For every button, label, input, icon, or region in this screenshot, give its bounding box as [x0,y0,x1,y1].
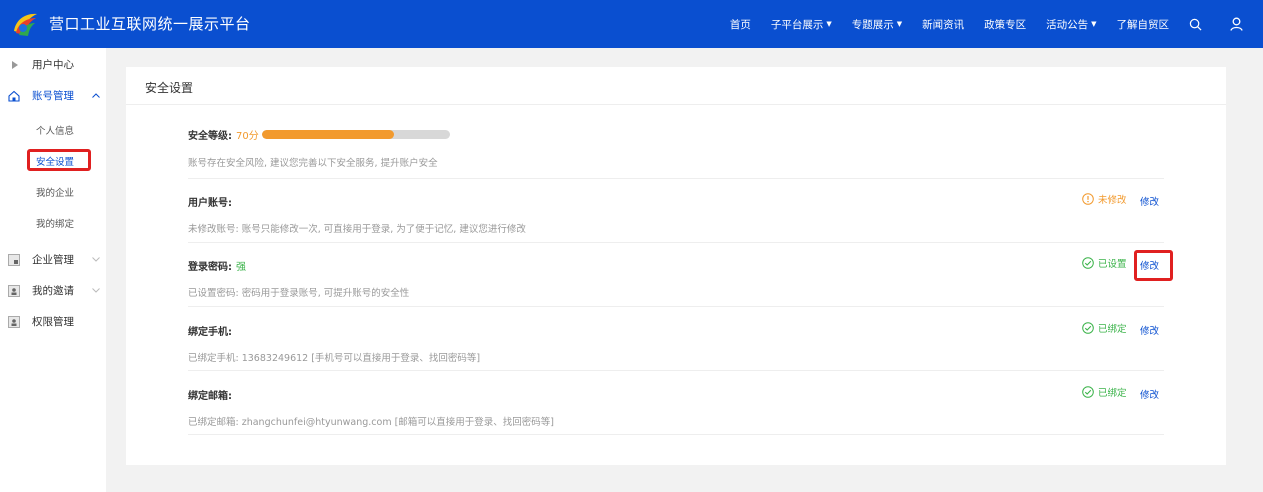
sidebar-subitem-personal-info[interactable]: 个人信息 [0,117,106,143]
modify-phone-link[interactable]: 修改 [1140,323,1159,337]
check-circle-icon [1082,386,1094,398]
nav-free-trade[interactable]: 了解自贸区 [1117,17,1170,32]
user-icon[interactable] [1230,17,1243,31]
sidebar: 用户中心 账号管理 个人信息 安全设置 我的企业 我的绑定 企业管理 我的邀请 … [0,48,106,492]
check-circle-icon [1082,322,1094,334]
home-icon [8,90,20,102]
brand-title: 营口工业互联网统一展示平台 [49,15,251,33]
page-title: 安全设置 [145,81,194,95]
nav-events[interactable]: 活动公告 ▼ [1046,17,1096,32]
status-text: 已绑定 [1098,324,1127,335]
row-divider [188,434,1164,435]
nav-sub-platforms[interactable]: 子平台展示 ▼ [771,17,832,32]
sidebar-item-label: 企业管理 [32,254,74,266]
caret-down-icon: ▼ [826,20,832,28]
nav-news-label: 新闻资讯 [922,18,965,31]
chevron-down-icon [92,286,100,295]
security-level-progress-bar [262,130,450,139]
nav-free-trade-label: 了解自贸区 [1116,18,1170,31]
nav-topics-label: 专题展示 [851,18,894,31]
caret-right-icon [12,60,18,69]
sidebar-item-my-invitations[interactable]: 我的邀请 [0,275,106,306]
nav-sub-platforms-label: 子平台展示 [770,18,824,31]
sidebar-item-label: 用户中心 [32,59,74,71]
status-text: 已绑定 [1098,388,1127,399]
chevron-up-icon [92,91,100,100]
enterprise-icon [8,253,20,266]
sidebar-item-user-center[interactable]: 用户中心 [0,49,106,80]
sidebar-item-label: 我的邀请 [32,285,74,297]
sidebar-subitem-my-bindings[interactable]: 我的绑定 [0,210,106,236]
nav-topics[interactable]: 专题展示 ▼ [852,17,902,32]
main-nav: 首页 子平台展示 ▼ 专题展示 ▼ 新闻资讯 政策专区 活动公告 ▼ 了解自贸区 [710,0,1243,48]
chevron-down-icon [92,255,100,264]
check-circle-icon [1082,257,1094,269]
security-level-progress-fill [262,130,394,139]
modify-email-link[interactable]: 修改 [1140,387,1159,401]
sidebar-item-permission-management[interactable]: 权限管理 [0,306,106,337]
security-level-description: 账号存在安全风险, 建议您完善以下安全服务, 提升账户安全 [188,158,438,169]
status-text: 未修改 [1098,195,1127,206]
row-divider [188,242,1164,243]
title-divider [126,104,1226,105]
permission-icon [8,315,20,328]
nav-events-label: 活动公告 [1046,18,1089,31]
nav-home-label: 首页 [729,18,751,31]
sidebar-item-account-management[interactable]: 账号管理 [0,80,106,111]
status-badge: 已设置 [1082,256,1127,270]
sidebar-subitem-label: 个人信息 [36,126,75,137]
row-title-text: 绑定邮箱: [188,391,232,402]
action-highlight-box [1134,250,1173,281]
status-badge: 已绑定 [1082,385,1127,399]
sidebar-subitem-label: 我的绑定 [36,219,75,230]
row-description: 已绑定邮箱: zhangchunfei@htyunwang.com [邮箱可以直… [188,417,555,428]
row-title-text: 绑定手机: [188,327,232,338]
row-description: 已设置密码: 密码用于登录账号, 可提升账号的安全性 [188,288,410,299]
security-level-row: 安全等级: 70分 [188,127,259,142]
active-item-highlight-box [27,149,91,171]
sidebar-subitem-label: 我的企业 [36,188,75,199]
nav-news[interactable]: 新闻资讯 [922,17,964,32]
row-title: 绑定手机: [188,323,232,338]
top-navigation-bar: 营口工业互联网统一展示平台 首页 子平台展示 ▼ 专题展示 ▼ 新闻资讯 政策专区 … [0,0,1263,48]
search-icon[interactable] [1189,18,1202,31]
nav-policy-label: 政策专区 [984,18,1027,31]
sidebar-item-label: 账号管理 [32,90,74,102]
warning-circle-icon [1082,193,1094,205]
modify-account-link[interactable]: 修改 [1140,194,1159,208]
row-description: 已绑定手机: 13683249612 [手机号可以直接用于登录、找回密码等] [188,353,481,364]
invite-icon [8,284,20,297]
sidebar-item-enterprise-management[interactable]: 企业管理 [0,244,106,275]
password-strength: 强 [236,262,246,273]
row-description: 未修改账号: 账号只能修改一次, 可直接用于登录, 为了便于记忆, 建议您进行修… [188,224,526,235]
row-divider [188,178,1164,179]
nav-policy[interactable]: 政策专区 [984,17,1026,32]
row-divider [188,370,1164,371]
caret-down-icon: ▼ [1091,20,1097,28]
status-text: 已设置 [1098,259,1127,270]
row-divider [188,306,1164,307]
row-title-text: 登录密码: [188,262,232,273]
row-title: 用户账号: [188,194,232,209]
row-title: 绑定邮箱: [188,387,232,402]
caret-down-icon: ▼ [896,20,903,28]
row-title-text: 用户账号: [188,198,232,209]
status-badge: 已绑定 [1082,321,1127,335]
security-level-score: 70分 [236,131,259,142]
sidebar-subitem-my-enterprise[interactable]: 我的企业 [0,179,106,205]
status-badge: 未修改 [1082,192,1127,206]
security-settings-card: 安全设置 安全等级: 70分 账号存在安全风险, 建议您完善以下安全服务, 提升… [126,67,1226,465]
logo-icon[interactable] [10,9,40,39]
nav-home[interactable]: 首页 [730,17,751,32]
sidebar-item-label: 权限管理 [32,316,74,328]
security-level-label: 安全等级: [188,131,232,142]
row-title: 登录密码: 强 [188,258,246,273]
